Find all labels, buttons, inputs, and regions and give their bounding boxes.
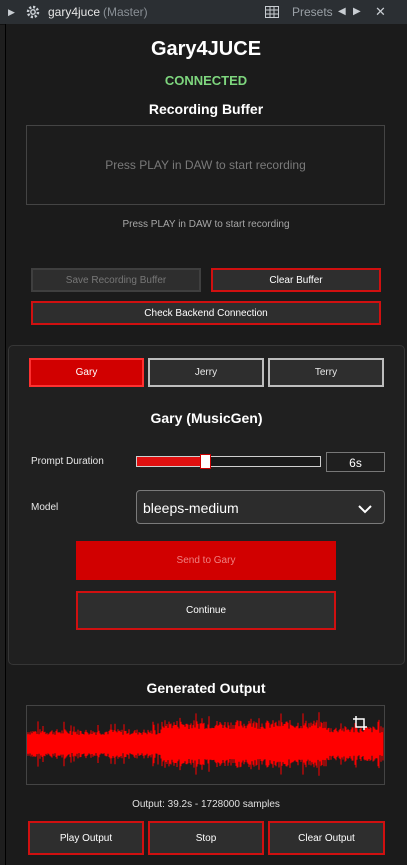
tab-terry[interactable]: Terry [268,358,384,387]
crop-icon[interactable] [353,716,367,735]
save-recording-buffer-button[interactable]: Save Recording Buffer [31,268,201,292]
prompt-duration-value[interactable]: 6s [326,452,385,472]
app-title: Gary4JUCE [150,38,262,60]
presets-label[interactable]: Presets [292,0,333,24]
stop-button[interactable]: Stop [148,821,264,855]
grid-icon[interactable] [265,0,279,24]
model-select[interactable]: bleeps-medium [136,490,385,524]
slider-thumb[interactable] [199,454,211,469]
connection-status: CONNECTED [164,73,248,88]
waveform-graphic [27,712,384,776]
next-preset-icon[interactable]: ▶ [353,0,361,24]
play-output-button[interactable]: Play Output [28,821,144,855]
output-waveform[interactable] [26,705,385,785]
generated-output-heading: Generated Output [146,680,266,696]
close-icon[interactable]: ✕ [375,0,386,24]
recording-buffer-heading: Recording Buffer [148,101,264,117]
chevron-down-icon [358,501,372,519]
slider-fill [137,457,205,466]
prev-preset-icon[interactable]: ◀ [338,0,346,24]
gear-icon[interactable] [25,0,41,24]
title-bar: ▶ gary4juce (Master) Presets ◀ ▶ ✕ [0,0,407,25]
clear-output-button[interactable]: Clear Output [268,821,385,855]
continue-button[interactable]: Continue [76,591,336,630]
tab-gary[interactable]: Gary [29,358,144,387]
send-to-gary-button[interactable]: Send to Gary [76,541,336,580]
tab-jerry[interactable]: Jerry [148,358,264,387]
model-label: Model [31,502,59,513]
waveform-path [27,712,384,776]
track-name: (Master) [103,5,148,19]
output-info: Output: 39.2s - 1728000 samples [132,799,280,810]
plugin-name: gary4juce [48,5,101,19]
model-select-value: bleeps-medium [143,500,239,516]
check-backend-button[interactable]: Check Backend Connection [31,301,381,325]
gary-heading: Gary (MusicGen) [150,410,263,426]
recording-placeholder: Press PLAY in DAW to start recording [105,158,306,172]
prompt-duration-slider[interactable] [136,454,321,469]
recording-buffer-display: Press PLAY in DAW to start recording [26,125,385,205]
recording-status-text: Press PLAY in DAW to start recording [122,219,290,230]
clear-buffer-button[interactable]: Clear Buffer [211,268,381,292]
expand-arrow-icon[interactable]: ▶ [8,0,15,24]
prompt-duration-label: Prompt Duration [31,456,104,467]
